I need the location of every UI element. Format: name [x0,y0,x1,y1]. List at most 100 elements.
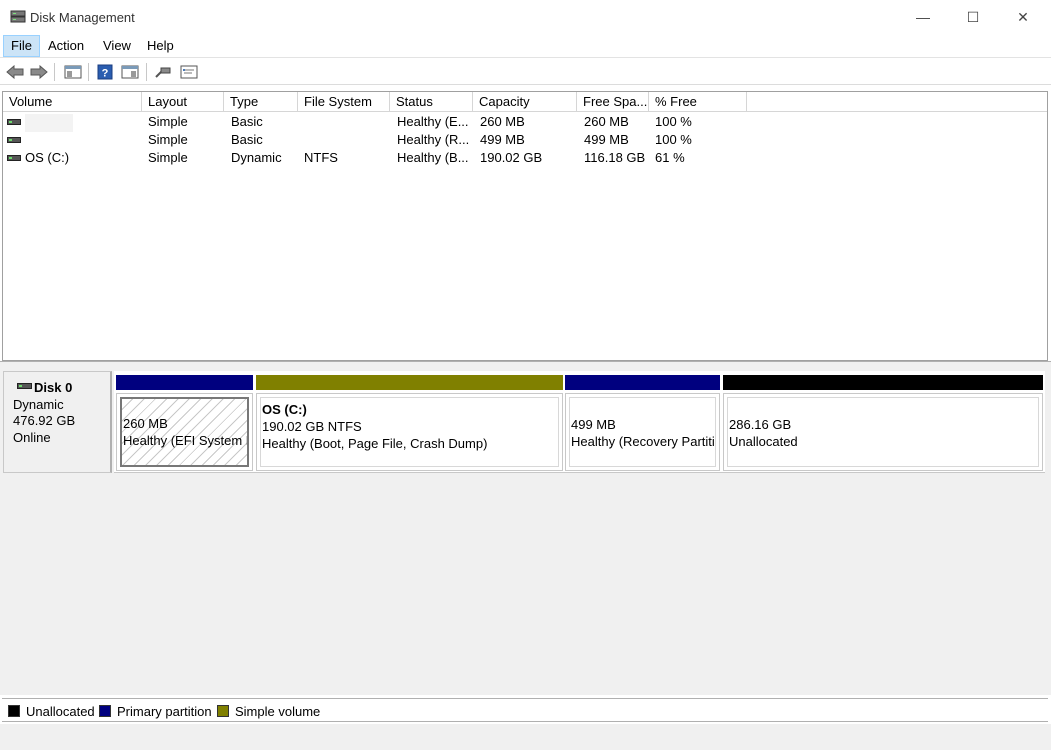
column-header-type[interactable]: Type [224,92,298,112]
volume-file-system [304,131,390,149]
legend-label: Simple volume [235,703,321,719]
legend-swatch-unallocated [8,705,20,717]
partition-status: Unallocated [729,434,798,449]
volume-free-space: 260 MB [584,114,629,129]
volume-file-system [304,113,390,131]
partition-bar-primary [565,375,720,390]
partition-recovery[interactable]: 499 MB Healthy (Recovery Partiti [565,393,720,471]
toolbar-separator [54,63,55,81]
volume-type: Basic [231,132,263,147]
show-hide-console-tree-button[interactable] [62,62,84,82]
toolbar-separator [146,63,147,81]
column-header-layout[interactable]: Layout [142,92,224,112]
partition-size: 499 MB [571,417,616,432]
column-header-volume[interactable]: Volume [3,92,142,112]
forward-button[interactable] [28,62,50,82]
window-title: Disk Management [30,10,135,25]
partition-bar-primary [116,375,253,390]
volume-file-system: NTFS [304,150,338,165]
menu-file[interactable]: File [3,35,40,57]
menu-bar: File Action View Help [0,34,1051,58]
partition-status: Healthy (EFI System P [123,433,247,448]
volume-layout: Simple [148,132,188,147]
legend-swatch-simple [217,705,229,717]
legend-swatch-primary [99,705,111,717]
column-header-percent-free[interactable]: % Free [649,92,747,112]
volume-capacity: 190.02 GB [480,150,543,165]
toolbar: ? [0,59,1051,85]
partition-unallocated-content: 286.16 GB Unallocated [727,397,1039,467]
help-button[interactable]: ? [94,62,116,82]
partition-bar-unallocated [723,375,1043,390]
volume-list: Volume Layout Type File System Status Ca… [2,91,1048,361]
status-bar [0,724,1051,750]
maximize-button[interactable]: ☐ [948,0,998,34]
disk-icon [17,383,32,389]
volume-type: Dynamic [231,150,282,165]
volume-percent-free: 100 % [655,132,692,147]
menu-action[interactable]: Action [41,35,91,57]
partition-size: 190.02 GB NTFS [262,419,362,434]
disk-kind: Dynamic [13,397,64,412]
column-header-file-system[interactable]: File System [298,92,390,112]
volume-layout: Simple [148,114,188,129]
partition-status: Healthy (Recovery Partiti [571,434,715,449]
partition-os-content: OS (C:) 190.02 GB NTFS Healthy (Boot, Pa… [260,397,559,467]
partition-size: 260 MB [123,416,168,431]
volume-percent-free: 100 % [655,114,692,129]
volume-name: OS (C:) [25,150,70,165]
partition-bar-simple [256,375,563,390]
column-header-free-space[interactable]: Free Spa... [577,92,649,112]
disk-name: Disk 0 [34,380,73,395]
volume-name [25,131,135,149]
action-pane-icon [121,65,139,79]
help-icon: ? [97,64,113,80]
volume-capacity: 260 MB [480,114,525,129]
close-button[interactable]: ✕ [998,0,1048,34]
column-header-capacity[interactable]: Capacity [473,92,577,112]
properties-button[interactable] [178,62,200,82]
disk-state: Online [13,430,51,445]
disk-0-label[interactable]: Disk 0 Dynamic 476.92 GB Online [3,371,112,473]
partition-unallocated[interactable]: 286.16 GB Unallocated [723,393,1043,471]
volume-percent-free: 61 % [655,150,685,165]
volume-status: Healthy (B... [397,150,469,165]
volume-free-space: 116.18 GB [584,150,646,165]
legend-primary: Primary partition [99,703,212,719]
title-bar: Disk Management — ☐ ✕ [0,0,1051,34]
volume-capacity: 499 MB [480,132,525,147]
partition-efi[interactable]: 260 MB Healthy (EFI System P [116,393,253,471]
legend: Unallocated Primary partition Simple vol… [2,698,1048,722]
forward-arrow-icon [30,65,48,79]
volume-icon [7,119,21,125]
legend-simple: Simple volume [217,703,320,719]
toolbar-separator [88,63,89,81]
partition-os[interactable]: OS (C:) 190.02 GB NTFS Healthy (Boot, Pa… [256,393,563,471]
column-header-status[interactable]: Status [390,92,473,112]
partition-strip: 260 MB Healthy (EFI System P OS (C:) 190… [114,371,1045,473]
disk-management-icon [10,10,26,23]
properties-icon [180,65,198,79]
back-button[interactable] [4,62,26,82]
volume-status: Healthy (R... [397,132,470,147]
svg-text:?: ? [102,68,109,80]
partition-title: OS (C:) [262,402,307,417]
partition-status: Healthy (Boot, Page File, Crash Dump) [262,436,488,451]
menu-view[interactable]: View [96,35,138,57]
partition-recovery-content: 499 MB Healthy (Recovery Partiti [569,397,716,467]
volume-name [25,114,73,132]
connect-button[interactable] [152,62,174,82]
legend-unallocated: Unallocated [8,703,95,719]
volume-icon [7,155,21,161]
back-arrow-icon [6,65,24,79]
partition-size: 286.16 GB [729,417,792,432]
volume-free-space: 499 MB [584,132,629,147]
minimize-button[interactable]: — [898,0,948,34]
show-hide-action-pane-button[interactable] [119,62,141,82]
volume-status: Healthy (E... [397,114,469,129]
volume-icon [7,137,21,143]
connect-icon [155,67,171,78]
menu-help[interactable]: Help [140,35,181,57]
disk-graphical-view: Disk 0 Dynamic 476.92 GB Online 260 MB H… [0,367,1051,695]
disk-size: 476.92 GB [13,413,76,428]
